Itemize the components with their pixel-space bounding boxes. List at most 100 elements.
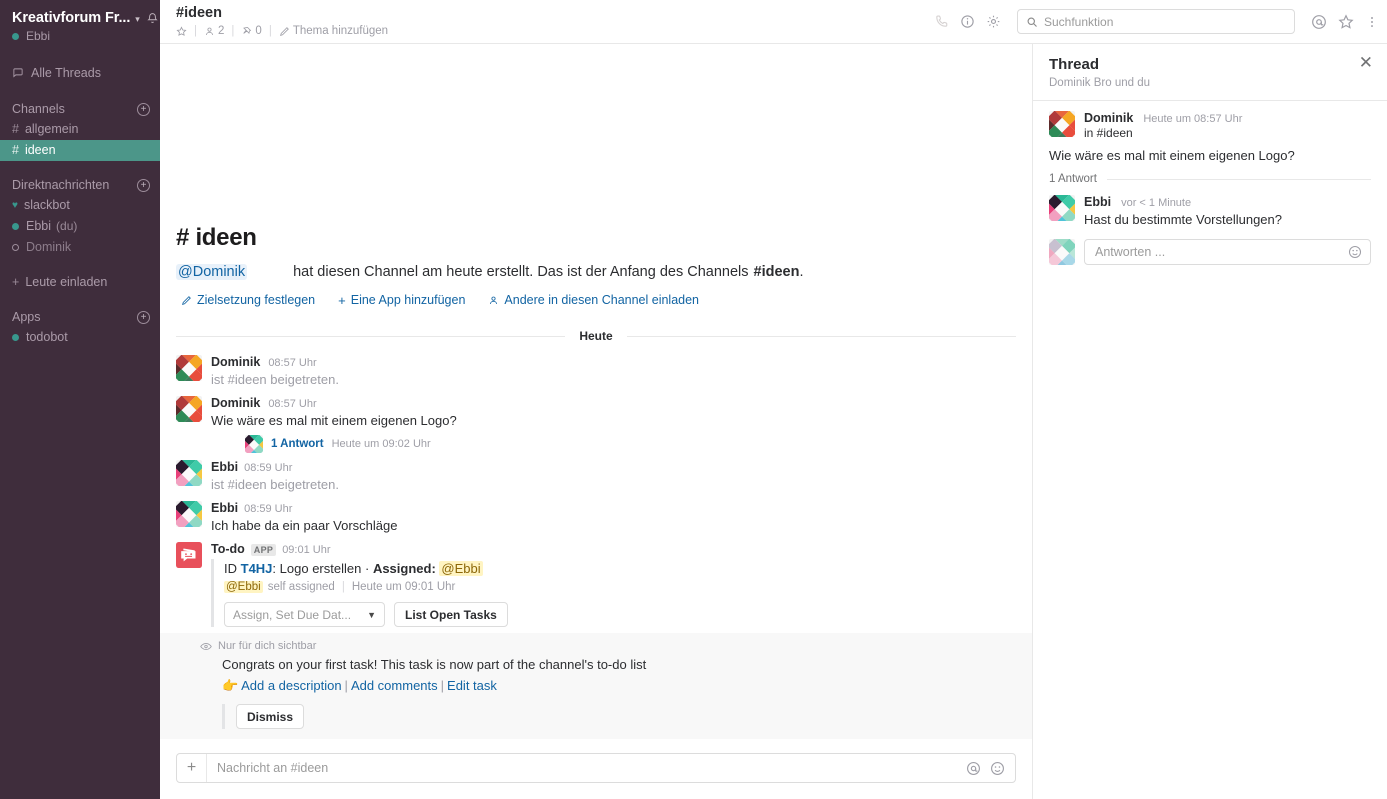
- plus-icon: +: [12, 274, 19, 291]
- channel-reference: #ideen: [754, 264, 800, 280]
- todo-task-id[interactable]: T4HJ: [241, 561, 273, 576]
- pins-count[interactable]: 0: [241, 25, 261, 37]
- avatar[interactable]: [176, 355, 202, 381]
- sidebar-item-channel-ideen[interactable]: # ideen: [0, 140, 160, 161]
- add-comments-link[interactable]: Add comments: [351, 678, 438, 693]
- divider: |: [269, 25, 272, 37]
- message-composer: +: [160, 743, 1032, 799]
- close-icon[interactable]: ✕: [1359, 56, 1373, 70]
- set-purpose-button[interactable]: Zielsetzung festlegen: [176, 293, 315, 307]
- message-body: Ebbi 08:59 Uhr ist #ideen beigetreten.: [211, 460, 1016, 494]
- avatar[interactable]: [176, 396, 202, 422]
- sidebar-item-invite-people[interactable]: + Leute einladen: [0, 272, 160, 293]
- todo-id-label: ID: [224, 561, 237, 576]
- members-count[interactable]: 2: [204, 25, 224, 37]
- message-author[interactable]: Ebbi: [211, 501, 238, 515]
- message-author[interactable]: Dominik: [211, 355, 260, 369]
- thread-root-author[interactable]: Dominik: [1084, 111, 1133, 125]
- todo-assignee-mention[interactable]: @Ebbi: [439, 561, 482, 576]
- message-text: Ich habe da ein paar Vorschläge: [211, 516, 1016, 535]
- todo-meta-time: Heute um 09:01 Uhr: [352, 581, 456, 593]
- thread-reply-body: Ebbi vor < 1 Minute Hast du bestimmte Vo…: [1084, 195, 1371, 229]
- avatar[interactable]: [176, 501, 202, 527]
- message-timestamp: 08:57 Uhr: [268, 357, 316, 369]
- gear-icon[interactable]: [986, 14, 1001, 29]
- search-icon: [1026, 16, 1038, 28]
- star-channel-icon[interactable]: [176, 26, 187, 37]
- message-input[interactable]: [207, 761, 966, 775]
- search-input[interactable]: [1044, 15, 1286, 29]
- list-open-tasks-button[interactable]: List Open Tasks: [394, 602, 508, 627]
- current-user-row[interactable]: Ebbi: [0, 27, 160, 43]
- add-topic-button[interactable]: Thema hinzufügen: [279, 25, 388, 37]
- section-direct-messages: Direktnachrichten +: [0, 175, 160, 195]
- thread-root-message: Dominik Heute um 08:57 Uhr in #ideen: [1033, 111, 1387, 140]
- threads-icon: [12, 67, 24, 79]
- thread-reply-author[interactable]: Ebbi: [1084, 195, 1111, 209]
- more-options-icon[interactable]: [1365, 14, 1379, 30]
- bell-icon[interactable]: [146, 12, 159, 25]
- dismiss-button[interactable]: Dismiss: [236, 704, 304, 729]
- app-badge: APP: [251, 544, 276, 556]
- add-channel-icon[interactable]: +: [137, 103, 150, 116]
- creator-mention[interactable]: @Dominik: [176, 264, 247, 280]
- thread-reply-text: Hast du bestimmte Vorstellungen?: [1084, 210, 1371, 229]
- mentions-icon[interactable]: [1311, 14, 1327, 30]
- phone-icon[interactable]: [934, 14, 949, 29]
- emoji-icon[interactable]: [990, 761, 1005, 776]
- add-app-button[interactable]: + Eine App hinzufügen: [333, 293, 465, 307]
- mention-icon[interactable]: [966, 761, 981, 776]
- add-attachment-icon[interactable]: +: [177, 754, 207, 782]
- add-description-link[interactable]: Add a description: [241, 678, 341, 693]
- pins-count-value: 0: [255, 25, 261, 37]
- thread-reply-count[interactable]: 1 Antwort: [271, 438, 324, 450]
- info-icon[interactable]: [960, 14, 975, 29]
- add-dm-icon[interactable]: +: [137, 179, 150, 192]
- todo-meta-mention[interactable]: @Ebbi: [224, 581, 263, 593]
- invite-others-button[interactable]: Andere in diesen Channel einladen: [483, 293, 699, 307]
- avatar[interactable]: [1049, 111, 1075, 137]
- emoji-icon[interactable]: [1348, 245, 1362, 259]
- sidebar-item-dm-dominik[interactable]: Dominik: [0, 237, 160, 258]
- thread-composer: [1033, 229, 1387, 265]
- thread-title: Thread: [1049, 56, 1359, 73]
- avatar[interactable]: [1049, 195, 1075, 221]
- todo-colon: :: [272, 561, 276, 576]
- thread-reply-indicator[interactable]: 1 Antwort Heute um 09:02 Uhr: [245, 435, 1016, 453]
- message-header: Dominik 08:57 Uhr: [211, 396, 1016, 410]
- avatar[interactable]: [176, 460, 202, 486]
- sidebar: Kreativforum Fr... ▾ Ebbi Alle Threads: [0, 0, 160, 799]
- starred-items-icon[interactable]: [1338, 14, 1354, 30]
- add-app-icon[interactable]: +: [137, 311, 150, 324]
- thread-reply-input[interactable]: [1095, 245, 1348, 259]
- sidebar-item-channel-allgemein[interactable]: # allgemein: [0, 119, 160, 140]
- ephemeral-action-wrap: Dismiss: [222, 704, 1016, 729]
- plus-icon: +: [338, 295, 346, 306]
- thread-reply-box[interactable]: [1084, 239, 1371, 265]
- dm-label: slackbot: [24, 197, 70, 214]
- sidebar-item-all-threads[interactable]: Alle Threads: [0, 61, 160, 85]
- todo-meta-action: self assigned: [268, 581, 335, 593]
- sidebar-item-dm-slackbot[interactable]: ♥ slackbot: [0, 195, 160, 216]
- edit-task-link[interactable]: Edit task: [447, 678, 497, 693]
- assign-set-due-date-select[interactable]: Assign, Set Due Dat... ▼: [224, 602, 385, 627]
- search-box[interactable]: [1017, 9, 1295, 34]
- sidebar-item-dm-ebbi[interactable]: Ebbi (du): [0, 216, 160, 237]
- message-timestamp: 08:59 Uhr: [244, 462, 292, 474]
- todo-mid-dot: ·: [365, 561, 369, 576]
- apps-label: Apps: [12, 310, 41, 324]
- message-text: ist #ideen beigetreten.: [211, 475, 1016, 494]
- team-header[interactable]: Kreativforum Fr... ▾: [0, 6, 160, 26]
- avatar-todo-bot[interactable]: [176, 542, 202, 568]
- section-channels: Channels +: [0, 99, 160, 119]
- message-author[interactable]: Dominik: [211, 396, 260, 410]
- composer-box[interactable]: +: [176, 753, 1016, 783]
- todo-actions: Assign, Set Due Dat... ▼ List Open Tasks: [224, 602, 1016, 627]
- message-author[interactable]: Ebbi: [211, 460, 238, 474]
- message-text: Wie wäre es mal mit einem eigenen Logo?: [211, 411, 1016, 430]
- thread-header: Thread Dominik Bro und du ✕: [1033, 44, 1387, 101]
- sidebar-item-app-todobot[interactable]: todobot: [0, 327, 160, 348]
- message-author[interactable]: To-do: [211, 542, 245, 556]
- chevron-down-icon[interactable]: ▾: [135, 14, 140, 25]
- thread-panel: Thread Dominik Bro und du ✕: [1032, 44, 1387, 799]
